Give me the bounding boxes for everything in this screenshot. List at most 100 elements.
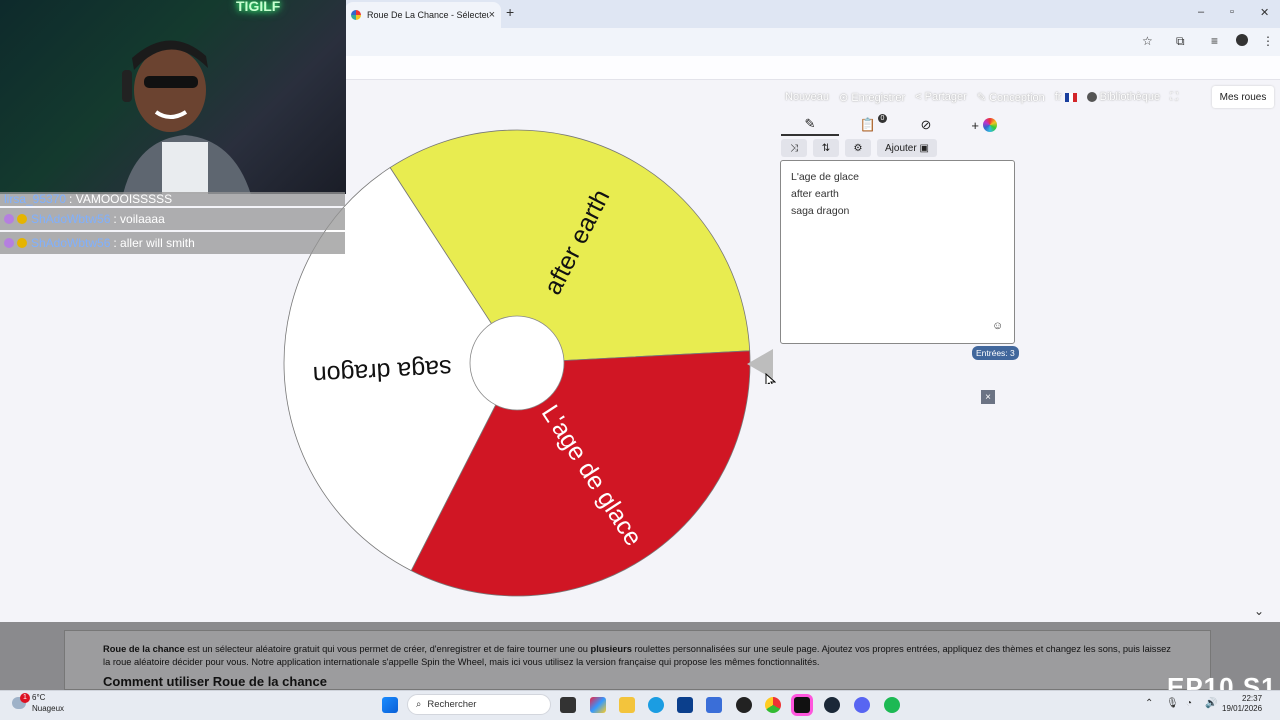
chevron-down-icon[interactable]: ⌄ [1254, 604, 1264, 618]
browser-tab[interactable]: Roue De La Chance - Sélecteur × [345, 2, 501, 28]
wheel-pointer [747, 349, 776, 384]
wifi-icon[interactable]: ◔ [1186, 698, 1192, 709]
nav-design[interactable]: ✎ Conception [977, 91, 1045, 104]
add-image-button[interactable]: Ajouter ▣ [877, 139, 937, 157]
nav-library[interactable]: Bibliothèque [1086, 91, 1161, 103]
chat-text: : aller will smith [113, 236, 195, 250]
weather-condition: Nuageux [32, 704, 65, 713]
shuffle-button[interactable]: ⤨ [781, 139, 807, 157]
nav-save[interactable]: ⊙ Enregistrer [839, 91, 905, 104]
close-window-button[interactable]: ✕ [1260, 6, 1269, 19]
webcam-overlay: TIGILF [0, 0, 346, 194]
results-count-badge: 0 [878, 114, 887, 123]
search-placeholder: Rechercher [427, 699, 477, 710]
pencil-icon: ✎ [804, 116, 816, 131]
file-explorer-icon[interactable] [619, 697, 635, 713]
task-view-icon[interactable] [560, 697, 576, 713]
start-menu-icon[interactable] [382, 697, 398, 713]
tab-edit[interactable]: ✎ [781, 114, 839, 136]
microphone-icon[interactable]: 🎙 [1166, 698, 1179, 709]
notification-badge: 1 [20, 693, 30, 703]
neon-sign: TIGILF [236, 0, 281, 14]
edge-icon[interactable] [648, 697, 664, 713]
weather-widget[interactable]: 1 6°C Nuageux [12, 692, 64, 714]
chat-text: : VAMOOOISSSSS [69, 192, 173, 206]
chat-username: lirsa_95370 [4, 192, 67, 206]
wheel-center[interactable] [469, 315, 565, 411]
taskbar-clock[interactable]: 22:37 19/01/2026 [1222, 694, 1262, 714]
windows-taskbar [0, 690, 1280, 720]
nav-new[interactable]: Nouveau [785, 91, 829, 103]
clipboard-icon: 📋 [859, 117, 877, 132]
volume-icon[interactable]: 🔊 [1205, 698, 1217, 709]
chrome-icon[interactable] [765, 697, 781, 713]
minimize-button[interactable]: – [1198, 6, 1204, 18]
site-favicon-icon [351, 10, 361, 20]
nav-design-label: Conception [989, 91, 1045, 104]
tab-title: Roue De La Chance - Sélecteur [367, 10, 489, 20]
taskbar-search[interactable]: ⌕ Rechercher [407, 694, 551, 715]
tab-results[interactable]: 📋 0 [839, 114, 897, 136]
entry-line: L'age de glace [791, 171, 859, 183]
fullscreen-icon[interactable]: ⛶ [1170, 91, 1178, 104]
copilot-icon[interactable] [590, 697, 606, 713]
pointer-triangle-icon [747, 349, 773, 379]
discord-icon[interactable] [854, 697, 870, 713]
gear-icon: ⚙ [853, 142, 863, 154]
chat-text: : voilaaaa [113, 212, 165, 226]
clock-date: 19/01/2026 [1222, 704, 1263, 713]
clock-time: 22:37 [1242, 694, 1263, 703]
bookmark-star-icon[interactable]: ☆ [1142, 34, 1153, 48]
entry-line: after earth [791, 188, 839, 200]
tray-expand-icon[interactable]: ⌃ [1145, 698, 1153, 709]
editor-toolbar: ⤨ ⇅ ⚙ Ajouter ▣ [781, 139, 937, 157]
outlook-icon[interactable] [706, 697, 722, 713]
nav-language[interactable]: fr [1055, 91, 1077, 103]
settings-button[interactable]: ⚙ [845, 139, 871, 157]
tiktok-icon[interactable] [794, 697, 810, 713]
profile-avatar[interactable] [1236, 34, 1248, 46]
store-icon[interactable] [677, 697, 693, 713]
cloud-icon: 1 [12, 693, 30, 709]
browser-menu-icon[interactable]: ⋮ [1262, 34, 1274, 48]
entries-textarea[interactable]: L'age de glace after earth saga dragon [780, 160, 1015, 344]
search-icon: ⌕ [416, 699, 422, 710]
nav-share[interactable]: < Partager [915, 91, 967, 103]
chat-username: ShAdoWbtw56 [31, 212, 111, 226]
article-heading: Comment utiliser Roue de la chance [103, 674, 327, 689]
chat-message: ShAdoWbtw56 : voilaaaa [0, 208, 345, 230]
tab-add-wheel[interactable]: + [955, 114, 1013, 136]
restore-button[interactable]: ▫ [1230, 6, 1234, 18]
sort-button[interactable]: ⇅ [813, 139, 839, 157]
extensions-icon[interactable]: ⧉ [1176, 34, 1185, 49]
site-nav: Nouveau ⊙ Enregistrer < Partager ✎ Conce… [785, 89, 1178, 105]
article-brand: Roue de la chance [103, 644, 185, 654]
tab-hidden[interactable]: ⊘ [897, 114, 955, 136]
spotify-icon[interactable] [884, 697, 900, 713]
color-wheel-icon [982, 118, 997, 132]
spin-wheel[interactable]: after earthL'age de glacesaga dragon [282, 128, 752, 598]
bits-badge-icon [17, 238, 27, 248]
entry-line: saga dragon [791, 205, 850, 217]
media-control-icon[interactable]: ≡ [1211, 34, 1218, 48]
image-icon: ▣ [919, 142, 929, 154]
steam-icon[interactable] [824, 697, 840, 713]
nav-library-label: Bibliothèque [1099, 91, 1161, 103]
french-flag-icon [1064, 92, 1077, 102]
article-text-a: est un sélecteur aléatoire gratuit qui v… [184, 644, 591, 654]
nav-share-label: Partager [924, 91, 967, 103]
app-icon[interactable] [736, 697, 752, 713]
tab-close-icon[interactable]: × [489, 9, 495, 21]
sort-icon: ⇅ [821, 142, 831, 154]
new-tab-button[interactable]: + [506, 4, 514, 20]
plus-icon: + [971, 117, 979, 133]
editor-tabs: ✎ 📋 0 ⊘ + [781, 114, 1013, 136]
library-icon [1086, 92, 1097, 103]
stream-chat: lirsa_95370 : VAMOOOISSSSS ShAdoWbtw56 :… [0, 192, 345, 256]
chat-message: ShAdoWbtw56 : aller will smith [0, 232, 345, 254]
close-ad-button[interactable]: × [981, 390, 995, 404]
add-image-label: Ajouter [885, 142, 917, 154]
emoji-picker-icon[interactable]: ☺ [992, 320, 1003, 332]
my-wheels-button[interactable]: Mes roues [1212, 86, 1274, 108]
streamer-image [122, 40, 251, 194]
